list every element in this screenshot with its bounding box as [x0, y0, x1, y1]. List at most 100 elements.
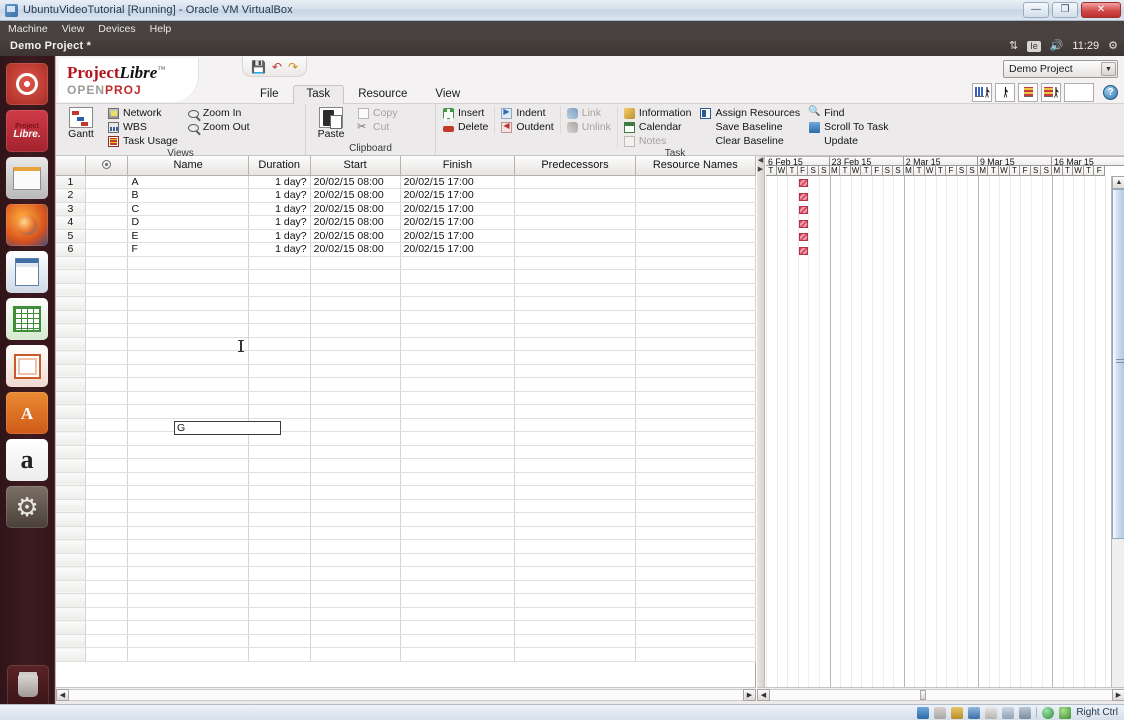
- empty-cell[interactable]: [400, 377, 516, 392]
- empty-cell[interactable]: [514, 310, 636, 324]
- undo-icon[interactable]: ↶: [272, 61, 282, 73]
- gantt-task-bar[interactable]: [798, 179, 808, 187]
- empty-cell[interactable]: [85, 364, 129, 378]
- cell-duration[interactable]: 1 day?: [248, 215, 311, 230]
- gantt-task-bar[interactable]: [798, 219, 808, 228]
- gantt-task-bar[interactable]: [798, 192, 808, 201]
- empty-cell[interactable]: [127, 539, 249, 554]
- column-header-finish[interactable]: Finish: [400, 156, 516, 176]
- copy-button[interactable]: Copy: [355, 107, 401, 120]
- cell-finish[interactable]: 20/02/15 17:00: [400, 202, 516, 216]
- empty-cell[interactable]: [310, 593, 401, 608]
- empty-cell[interactable]: [514, 391, 636, 405]
- empty-cell[interactable]: [248, 445, 311, 459]
- table-row-empty[interactable]: [56, 256, 757, 270]
- empty-cell[interactable]: [514, 445, 636, 459]
- empty-cell[interactable]: [56, 526, 86, 540]
- gantt-vscrollbar[interactable]: ▲ ▼: [1111, 176, 1124, 701]
- find-button[interactable]: Find: [806, 106, 891, 120]
- usb-icon[interactable]: [985, 706, 998, 719]
- column-header-name[interactable]: Name: [127, 156, 249, 176]
- menu-devices[interactable]: Devices: [98, 23, 135, 35]
- table-row-empty[interactable]: [56, 634, 757, 648]
- empty-cell[interactable]: [514, 269, 636, 284]
- launcher-trash[interactable]: [7, 665, 49, 707]
- empty-cell[interactable]: [56, 337, 86, 351]
- cell-predecessors[interactable]: [514, 188, 636, 203]
- empty-cell[interactable]: [85, 526, 129, 540]
- launcher-system-settings[interactable]: [6, 486, 48, 528]
- gantt-vscroll-up-arrow[interactable]: ▲: [1112, 176, 1124, 189]
- gantt-nav-right-arrow[interactable]: ▶: [757, 165, 764, 174]
- empty-cell[interactable]: [310, 323, 401, 338]
- menu-help[interactable]: Help: [150, 23, 172, 35]
- empty-cell[interactable]: [127, 526, 249, 540]
- empty-cell[interactable]: [56, 404, 86, 419]
- empty-cell[interactable]: [248, 310, 311, 324]
- empty-cell[interactable]: [85, 283, 129, 297]
- empty-cell[interactable]: [514, 499, 636, 513]
- row-number-cell[interactable]: 5: [56, 229, 86, 243]
- empty-cell[interactable]: [56, 593, 86, 608]
- empty-cell[interactable]: [56, 607, 86, 621]
- empty-cell[interactable]: [127, 553, 249, 567]
- launcher-files[interactable]: [6, 157, 48, 199]
- cell-name[interactable]: F: [127, 242, 249, 257]
- empty-cell[interactable]: [635, 499, 757, 513]
- column-header-duration[interactable]: Duration: [248, 156, 311, 176]
- cut-button[interactable]: Cut: [355, 120, 401, 134]
- empty-cell[interactable]: [85, 499, 129, 513]
- empty-cell[interactable]: [127, 323, 249, 338]
- column-header-indicator[interactable]: [85, 156, 129, 176]
- empty-cell[interactable]: [85, 607, 129, 621]
- empty-cell[interactable]: [635, 593, 757, 608]
- empty-cell[interactable]: [514, 593, 636, 608]
- column-header-resource-names[interactable]: Resource Names: [635, 156, 757, 176]
- table-row-empty[interactable]: [56, 620, 757, 635]
- table-row-empty[interactable]: [56, 566, 757, 581]
- cell-start[interactable]: 20/02/15 08:00: [310, 215, 401, 230]
- indicator-cell[interactable]: [85, 188, 129, 203]
- network-updown-icon[interactable]: ⇅: [1009, 40, 1018, 52]
- cell-predecessors[interactable]: [514, 215, 636, 230]
- cell-resource-names[interactable]: [635, 202, 757, 216]
- empty-cell[interactable]: [310, 391, 401, 405]
- zoom-out-button[interactable]: Zoom Out: [184, 121, 253, 134]
- cell-name[interactable]: D: [127, 215, 249, 230]
- empty-cell[interactable]: [248, 634, 311, 648]
- empty-cell[interactable]: [514, 620, 636, 635]
- video-capture-icon[interactable]: [1019, 706, 1032, 719]
- empty-cell[interactable]: [635, 526, 757, 540]
- empty-cell[interactable]: [248, 526, 311, 540]
- cell-duration[interactable]: 1 day?: [248, 188, 311, 203]
- table-hscroll-track[interactable]: [69, 688, 743, 701]
- empty-cell[interactable]: [514, 418, 636, 432]
- empty-cell[interactable]: [56, 458, 86, 473]
- gear-icon[interactable]: ⚙: [1108, 40, 1118, 52]
- cell-finish[interactable]: 20/02/15 17:00: [400, 215, 516, 230]
- link-button[interactable]: Link: [564, 107, 614, 120]
- empty-cell[interactable]: [400, 256, 516, 270]
- empty-cell[interactable]: [310, 539, 401, 554]
- empty-cell[interactable]: [127, 485, 249, 500]
- empty-cell[interactable]: [514, 377, 636, 392]
- empty-cell[interactable]: [635, 485, 757, 500]
- cell-predecessors[interactable]: [514, 202, 636, 216]
- empty-cell[interactable]: [635, 431, 757, 446]
- resource-usage-button[interactable]: [972, 82, 992, 102]
- table-row-empty[interactable]: [56, 418, 757, 432]
- empty-cell[interactable]: [56, 377, 86, 392]
- empty-cell[interactable]: [514, 431, 636, 446]
- empty-cell[interactable]: [635, 607, 757, 621]
- empty-cell[interactable]: [514, 364, 636, 378]
- table-row-empty[interactable]: [56, 445, 757, 459]
- table-row-empty[interactable]: [56, 607, 757, 621]
- gantt-hscroll-thumb[interactable]: [920, 689, 926, 700]
- row-number-cell[interactable]: 1: [56, 175, 86, 189]
- table-row-empty[interactable]: [56, 526, 757, 540]
- table-row-empty[interactable]: [56, 391, 757, 405]
- empty-cell[interactable]: [514, 566, 636, 581]
- empty-cell[interactable]: [85, 377, 129, 392]
- empty-cell[interactable]: [400, 310, 516, 324]
- cell-resource-names[interactable]: [635, 175, 757, 189]
